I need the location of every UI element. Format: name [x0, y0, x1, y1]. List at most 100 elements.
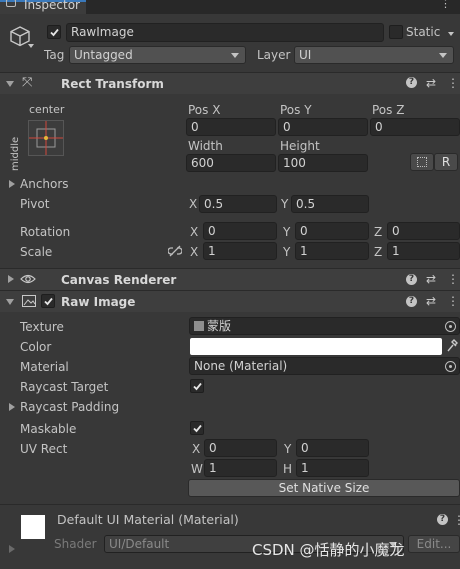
image-icon: [22, 295, 36, 310]
uv-y-input[interactable]: 0: [296, 439, 369, 457]
static-checkbox[interactable]: [389, 25, 403, 39]
raw-edit-button[interactable]: R: [434, 153, 458, 171]
height-input[interactable]: 100: [278, 154, 368, 172]
uv-w-input[interactable]: 1: [204, 459, 277, 477]
material-section-divider: [0, 504, 460, 505]
blueprint-mode-button[interactable]: [410, 153, 434, 171]
material-object-field[interactable]: None (Material): [189, 357, 460, 375]
pos-z-input[interactable]: 0: [370, 118, 460, 136]
anchors-fold-icon[interactable]: [9, 180, 15, 188]
pivot-x-input[interactable]: 0.5: [199, 195, 277, 213]
shader-label: Shader: [54, 537, 97, 551]
scale-x-axis: X: [190, 245, 199, 259]
constrain-proportions-link-icon[interactable]: [167, 244, 183, 261]
pos-y-input[interactable]: 0: [278, 118, 368, 136]
uv-rect-label: UV Rect: [20, 442, 68, 456]
set-native-size-button[interactable]: Set Native Size: [188, 479, 460, 497]
rotation-x-axis: X: [190, 225, 199, 239]
height-label: Height: [280, 139, 320, 153]
active-checkbox[interactable]: [47, 25, 61, 39]
pivot-y-input[interactable]: 0.5: [291, 195, 369, 213]
tag-dropdown[interactable]: Untagged: [69, 46, 246, 64]
help-icon[interactable]: ?: [437, 514, 448, 525]
uv-x-input[interactable]: 0: [204, 439, 277, 457]
material-object-picker[interactable]: [445, 361, 456, 372]
checkmark-icon: [50, 28, 59, 37]
watermark-text: CSDN @恬静的小魔龙: [252, 541, 405, 559]
pivot-x-axis: X: [189, 197, 198, 211]
component-menu-icon[interactable]: ⋮: [447, 76, 459, 90]
width-input[interactable]: 600: [186, 154, 276, 172]
maskable-checkbox[interactable]: [190, 421, 204, 435]
maskable-label: Maskable: [20, 422, 77, 436]
presets-icon[interactable]: ⇄: [426, 272, 436, 286]
rect-transform-title: Rect Transform: [61, 77, 164, 91]
width-label: Width: [188, 139, 223, 153]
layer-dropdown[interactable]: UI: [294, 46, 454, 64]
scale-y-input[interactable]: 1: [295, 242, 369, 260]
raycast-target-label: Raycast Target: [20, 380, 109, 394]
pivot-y-axis: Y: [281, 197, 289, 211]
layer-label: Layer: [257, 48, 291, 62]
canvas-renderer-title: Canvas Renderer: [61, 273, 177, 287]
rotation-label: Rotation: [20, 225, 71, 239]
anchors-label[interactable]: Anchors: [20, 176, 69, 192]
component-menu-icon[interactable]: ⋮: [453, 513, 460, 527]
color-label: Color: [20, 340, 52, 354]
texture-object-picker[interactable]: [445, 321, 456, 332]
checkmark-icon: [193, 424, 202, 433]
rotation-z-input[interactable]: 0: [387, 222, 460, 240]
raw-image-title: Raw Image: [61, 295, 136, 309]
help-icon[interactable]: ?: [406, 296, 417, 307]
texture-label: Texture: [20, 320, 64, 334]
scale-label: Scale: [20, 245, 53, 259]
component-menu-icon[interactable]: ⋮: [447, 294, 459, 308]
fold-arrow-icon[interactable]: [6, 81, 14, 87]
pos-z-label: Pos Z: [372, 103, 405, 117]
shader-edit-button[interactable]: Edit...: [408, 535, 460, 553]
inspector-tab-label: Inspector: [24, 0, 80, 12]
tab-menu-icon[interactable]: ⋮: [440, 0, 451, 9]
eyedropper-icon[interactable]: [446, 339, 458, 356]
anchor-presets-button[interactable]: [28, 120, 64, 156]
fold-arrow-icon[interactable]: [8, 275, 14, 283]
scale-z-input[interactable]: 1: [387, 242, 460, 260]
rotation-y-input[interactable]: 0: [295, 222, 369, 240]
fold-arrow-icon[interactable]: [6, 299, 14, 305]
pos-x-label: Pos X: [188, 103, 221, 117]
rotation-y-axis: Y: [283, 225, 291, 239]
raw-image-enabled-checkbox[interactable]: [41, 294, 55, 308]
help-icon[interactable]: ?: [406, 274, 417, 285]
rotation-z-axis: Z: [374, 225, 383, 239]
texture-object-field[interactable]: 蒙版: [189, 317, 460, 335]
material-value: None (Material): [194, 359, 288, 373]
anchor-preset-icon: [29, 121, 63, 155]
gameobject-icon-dropdown[interactable]: [28, 44, 34, 48]
rect-transform-header[interactable]: ⤧ Rect Transform ? ⇄ ⋮: [0, 72, 460, 94]
raycast-target-checkbox[interactable]: [190, 379, 204, 393]
help-icon[interactable]: ?: [406, 77, 417, 88]
color-swatch[interactable]: [190, 338, 442, 355]
scale-x-input[interactable]: 1: [203, 242, 277, 260]
gameobject-name-input[interactable]: RawImage: [66, 23, 384, 42]
uv-h-axis: H: [283, 462, 293, 476]
checkmark-icon: [44, 297, 53, 306]
static-dropdown[interactable]: [448, 32, 454, 36]
component-menu-icon[interactable]: ⋮: [447, 272, 459, 286]
rect-transform-icon: ⤧: [22, 75, 33, 90]
uv-w-axis: W: [191, 462, 203, 476]
pos-x-input[interactable]: 0: [186, 118, 276, 136]
presets-icon[interactable]: ⇄: [426, 76, 436, 90]
material-label: Material: [20, 360, 69, 374]
presets-icon[interactable]: ⇄: [426, 294, 436, 308]
material-fold-icon[interactable]: [9, 545, 15, 553]
canvas-renderer-header[interactable]: Canvas Renderer ? ⇄ ⋮: [0, 268, 460, 290]
raycast-padding-label[interactable]: Raycast Padding: [20, 399, 119, 415]
raycast-padding-fold-icon[interactable]: [9, 403, 15, 411]
static-label: Static: [406, 25, 441, 39]
inspector-tab[interactable]: Inspector: [0, 0, 86, 14]
texture-value: 蒙版: [207, 319, 232, 333]
uv-h-input[interactable]: 1: [296, 459, 369, 477]
raw-image-header[interactable]: Raw Image ? ⇄ ⋮: [0, 290, 460, 312]
rotation-x-input[interactable]: 0: [203, 222, 277, 240]
